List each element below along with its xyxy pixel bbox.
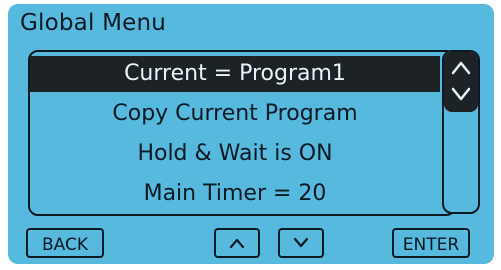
menu-item-current-program[interactable]: Current = Program1 (30, 56, 440, 92)
menu-item-copy-current-program[interactable]: Copy Current Program (30, 96, 440, 132)
menu-item-main-timer[interactable]: Main Timer = 20 (30, 176, 440, 212)
up-button[interactable] (214, 228, 260, 258)
back-button[interactable]: BACK (26, 228, 104, 258)
down-button[interactable] (278, 228, 324, 258)
page-title: Global Menu (20, 10, 167, 36)
scroll-down-icon (451, 87, 471, 101)
menu-scrollbar[interactable] (442, 50, 480, 214)
menu-list: Current = Program1 Copy Current Program … (28, 50, 456, 216)
chevron-down-icon (293, 237, 309, 248)
chevron-up-icon (229, 238, 245, 249)
lcd-screen: Global Menu Current = Program1 Copy Curr… (8, 4, 494, 264)
menu-item-hold-and-wait[interactable]: Hold & Wait is ON (30, 136, 440, 172)
scroll-up-icon (451, 61, 471, 75)
enter-button[interactable]: ENTER (392, 228, 470, 258)
